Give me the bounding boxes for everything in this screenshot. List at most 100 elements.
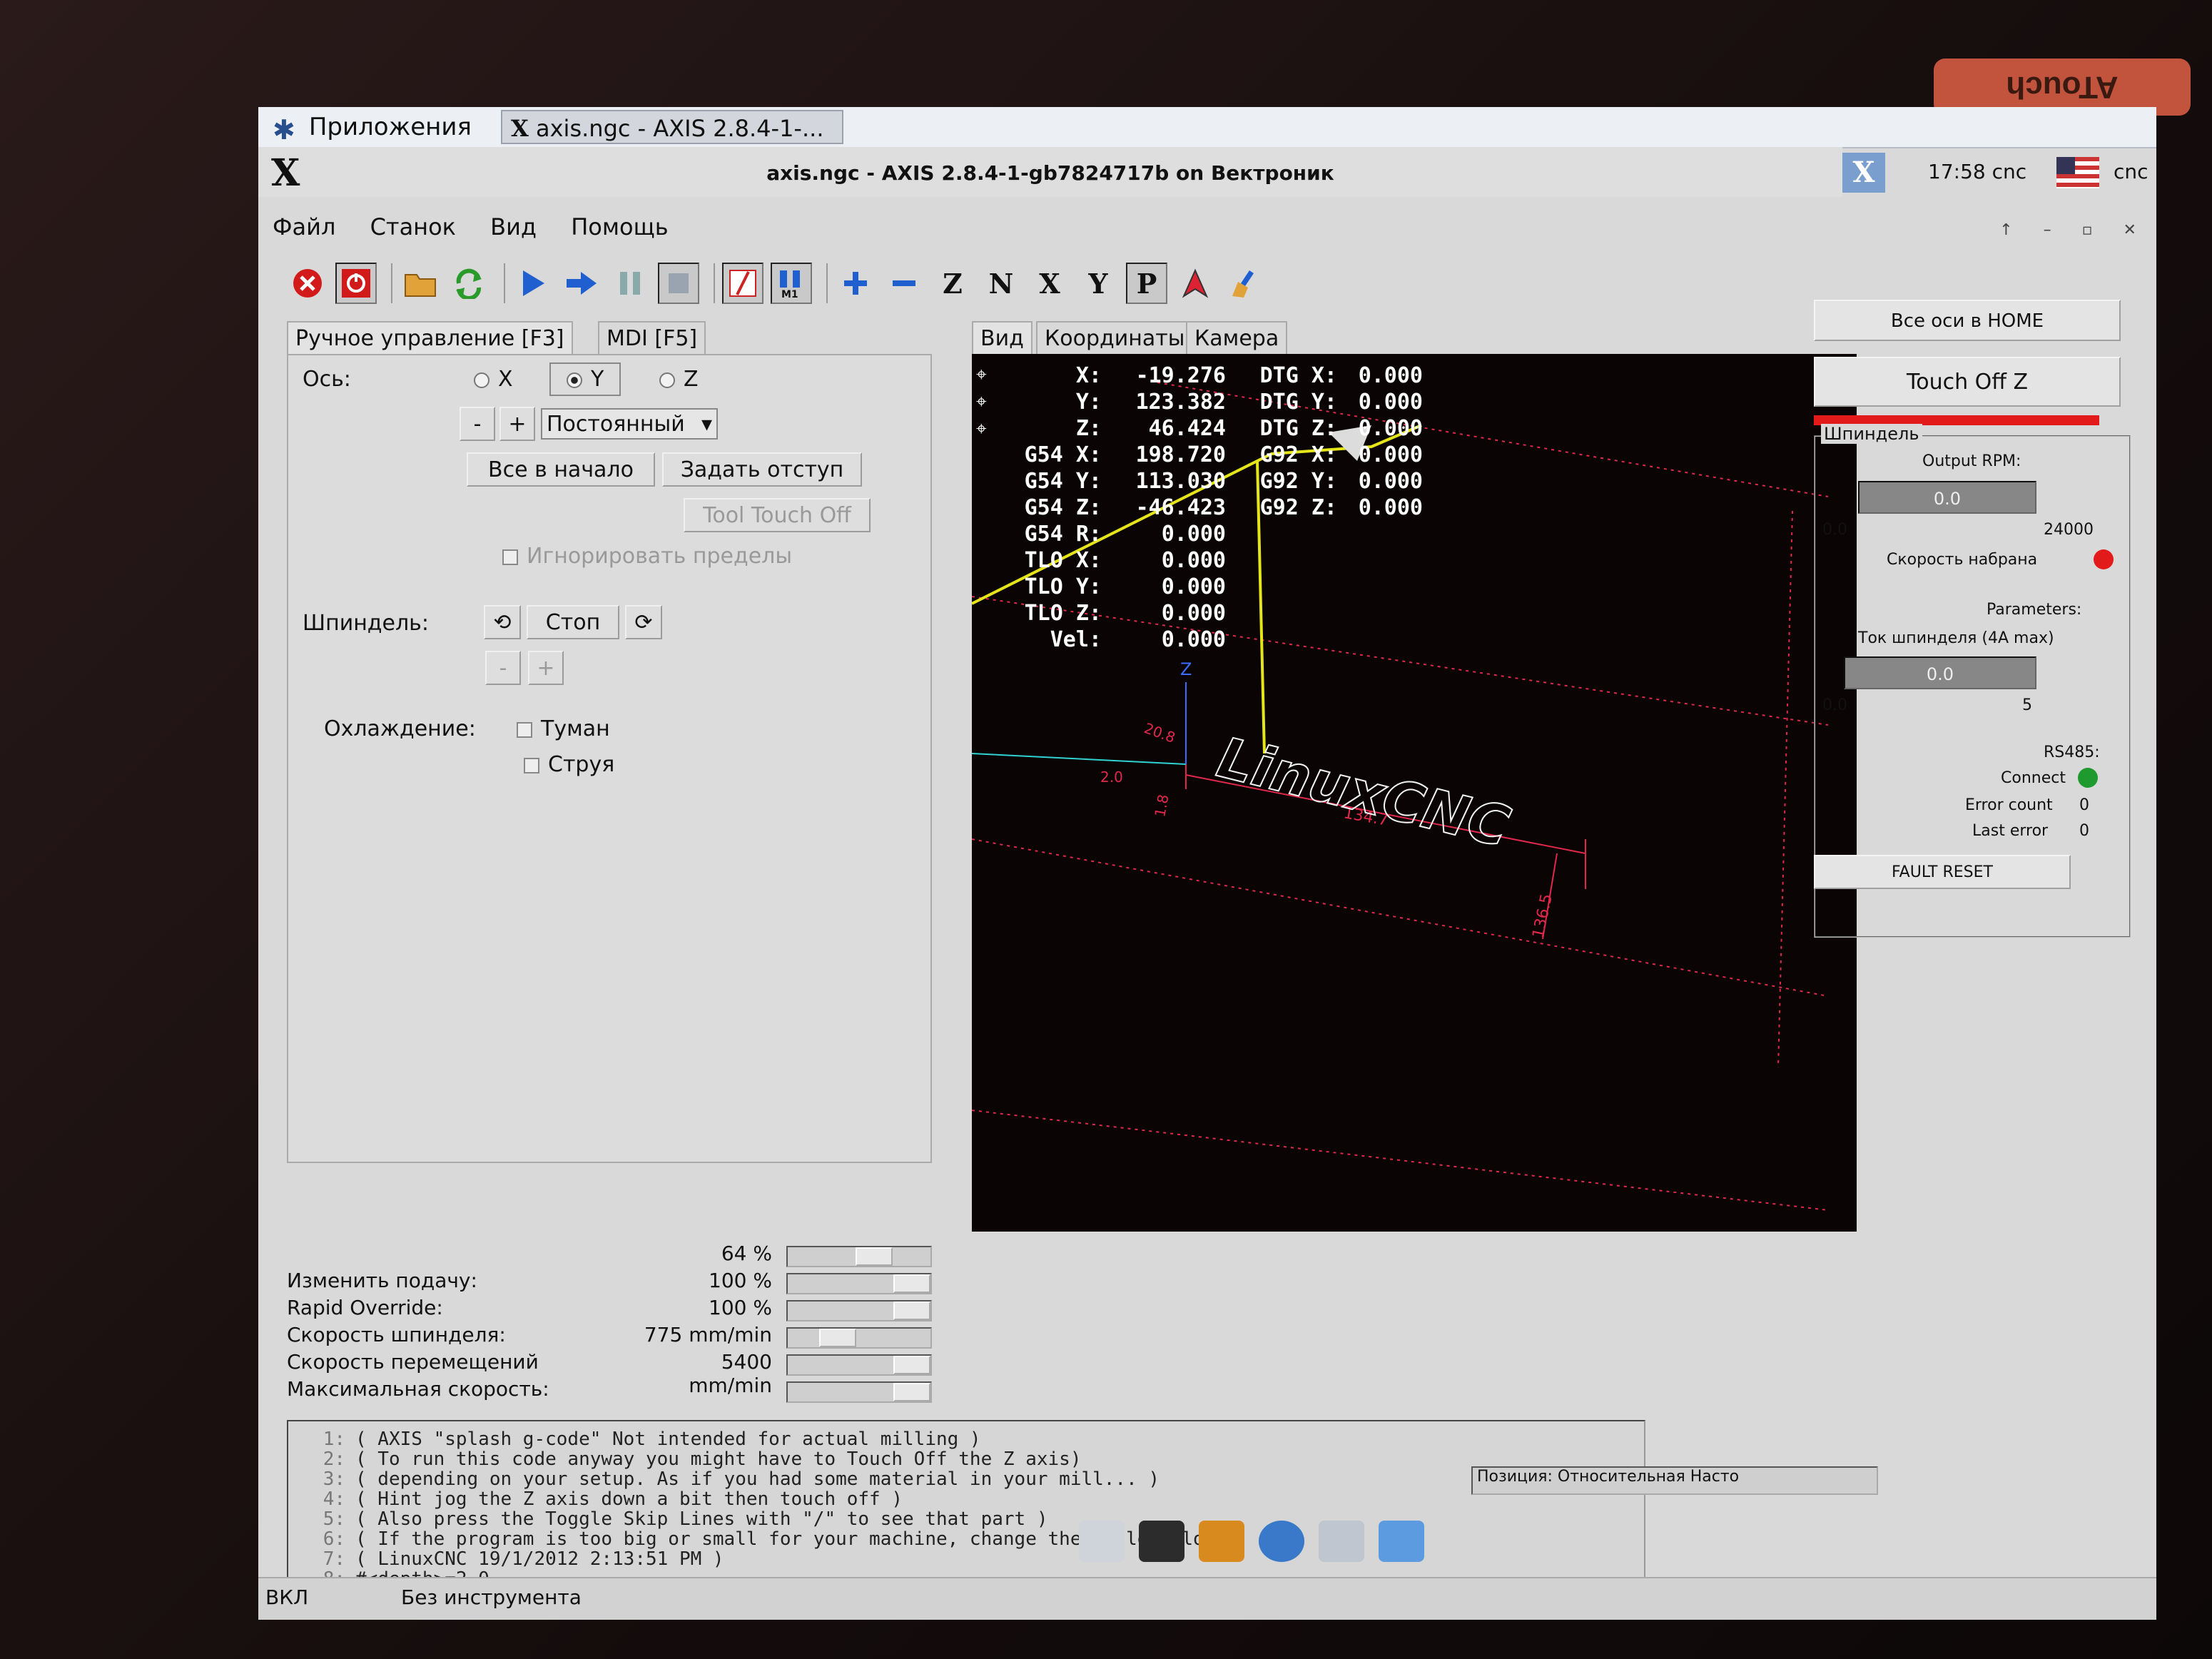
open-folder-icon[interactable] <box>400 263 441 304</box>
mist-checkbox[interactable]: Туман <box>517 716 610 741</box>
linuxcnc-logo-path: LinuxCNC <box>1211 726 1516 860</box>
dro-value: 0.000 <box>1161 522 1226 547</box>
preview-canvas[interactable]: 134.7 136.5 20.8 2.0 1.8 Z LinuxCNC ⌖ ⌖ … <box>972 354 1857 1232</box>
x-tray-icon[interactable]: X <box>1842 153 1885 193</box>
power-icon[interactable] <box>335 263 377 304</box>
fault-reset-button[interactable]: FAULT RESET <box>1814 855 2071 889</box>
home-all-button[interactable]: Все в начало <box>467 452 655 487</box>
spindle-forward-icon[interactable]: ⟳ <box>625 605 662 639</box>
view-widget-icon[interactable]: ⌖ <box>976 388 987 415</box>
zoom-in-icon[interactable] <box>835 263 876 304</box>
menu-file[interactable]: Файл <box>273 213 335 240</box>
dro-label: TLO Z: <box>1024 601 1102 626</box>
touch-off-button[interactable]: Задать отступ <box>662 452 862 487</box>
reload-icon[interactable] <box>448 263 489 304</box>
jog-minus-button[interactable]: - <box>460 407 495 441</box>
touch-off-z-button[interactable]: Touch Off Z <box>1814 357 2121 407</box>
menu-help[interactable]: Помощь <box>571 213 668 240</box>
spindle-reverse-icon[interactable]: ⟲ <box>484 605 521 639</box>
us-flag-icon[interactable] <box>2056 157 2099 188</box>
estop-icon[interactable] <box>287 263 328 304</box>
slider-thumb[interactable] <box>819 1329 856 1347</box>
gcode-line[interactable]: 1: ( AXIS "splash g-code" Not intended fo… <box>303 1429 981 1450</box>
ignore-limits-checkbox[interactable]: Игнорировать пределы <box>502 544 792 569</box>
spindle-slower-button[interactable]: - <box>485 651 521 685</box>
preview-panel: Вид Координаты Камера 134.7 136.5 20.8 2… <box>972 321 1857 1232</box>
line-number: 6: <box>323 1528 345 1550</box>
view-widget-icon[interactable]: ⌖ <box>976 415 987 442</box>
view-z2-icon[interactable]: N <box>980 263 1022 304</box>
dro-row: G54 X: 198.720 G92 X: 0.000 <box>1012 442 1431 468</box>
tool-touch-off-button[interactable]: Tool Touch Off <box>684 498 871 532</box>
user-label[interactable]: cnc <box>2114 160 2148 183</box>
flood-checkbox[interactable]: Струя <box>524 752 614 777</box>
override-slider[interactable] <box>786 1246 932 1267</box>
override-slider[interactable] <box>786 1327 932 1349</box>
axis-z-label: Z <box>684 367 699 392</box>
axis-radio-x[interactable]: X <box>474 367 513 392</box>
gcode-line[interactable]: 5: ( Also press the Toggle Skip Lines wit… <box>303 1508 1048 1530</box>
dock-folder-icon[interactable] <box>1379 1521 1424 1562</box>
gcode-line[interactable]: 7: ( LinuxCNC 19/1/2012 2:13:51 PM ) <box>303 1548 724 1570</box>
spindle-group-legend: Шпиндель <box>1821 424 1922 444</box>
spindle-faster-button[interactable]: + <box>528 651 564 685</box>
taskbar-window-button[interactable]: X axis.ngc - AXIS 2.8.4-1-... <box>501 110 843 144</box>
slider-thumb[interactable] <box>893 1356 930 1374</box>
tab-coordinates[interactable]: Координаты <box>1036 321 1194 355</box>
dro-label: G54 Y: <box>1024 469 1102 494</box>
tab-view[interactable]: Вид <box>972 321 1033 355</box>
optional-stop-icon[interactable]: M1 <box>771 263 812 304</box>
gcode-line[interactable]: 4: ( Hint jog the Z axis down a bit then … <box>303 1488 903 1510</box>
output-rpm-label: Output RPM: <box>1922 452 2021 470</box>
view-widget-icon[interactable]: ⌖ <box>976 361 987 388</box>
override-slider[interactable] <box>786 1381 932 1403</box>
slider-thumb[interactable] <box>893 1302 930 1320</box>
slider-thumb[interactable] <box>893 1383 930 1401</box>
slider-thumb[interactable] <box>856 1247 893 1266</box>
dimension-small-3: 1.8 <box>1151 793 1172 818</box>
dimension-small-1: 20.8 <box>1142 719 1177 746</box>
view-p-icon[interactable]: P <box>1126 263 1167 304</box>
view-z-icon[interactable]: Z <box>932 263 973 304</box>
dock-file-manager-icon[interactable] <box>1199 1521 1244 1562</box>
override-slider[interactable] <box>786 1273 932 1294</box>
tab-manual[interactable]: Ручное управление [F3] <box>287 321 573 355</box>
override-slider[interactable] <box>786 1300 932 1321</box>
dock-browser-icon[interactable] <box>1259 1521 1304 1562</box>
slider-thumb[interactable] <box>893 1274 930 1293</box>
zoom-out-icon[interactable] <box>883 263 925 304</box>
view-y-icon[interactable]: Y <box>1077 263 1119 304</box>
applications-menu[interactable]: ✱ Приложения <box>273 111 472 146</box>
current-min: 0.0 <box>1822 696 1847 714</box>
line-text: ( To run this code anyway you might have… <box>355 1449 1082 1470</box>
step-icon[interactable] <box>561 263 602 304</box>
window-controls[interactable]: ↑ – ▫ ✕ <box>1999 221 2149 239</box>
gcode-line[interactable]: 3: ( depending on your setup. As if you h… <box>303 1468 1160 1490</box>
ignore-limits-label: Игнорировать пределы <box>527 544 793 569</box>
dock-show-desktop-icon[interactable] <box>1079 1521 1125 1562</box>
skip-lines-icon[interactable] <box>722 263 763 304</box>
tab-mdi[interactable]: MDI [F5] <box>598 321 706 355</box>
gcode-line[interactable]: 2: ( To run this code anyway you might ha… <box>303 1449 1082 1470</box>
line-number: 2: <box>323 1449 345 1470</box>
pause-icon[interactable] <box>609 263 651 304</box>
dock-terminal-icon[interactable] <box>1139 1521 1184 1562</box>
jog-mode-select[interactable]: Постоянный ▾ <box>541 408 718 440</box>
menu-machine[interactable]: Станок <box>370 213 456 240</box>
view-x-icon[interactable]: X <box>1029 263 1070 304</box>
axis-radio-y[interactable]: Y <box>549 362 622 396</box>
spindle-stop-button[interactable]: Стоп <box>527 605 619 639</box>
override-slider[interactable] <box>786 1354 932 1376</box>
clear-plot-icon[interactable] <box>1223 263 1264 304</box>
dock-search-icon[interactable] <box>1319 1521 1364 1562</box>
rotate-view-icon[interactable] <box>1175 263 1216 304</box>
menu-view[interactable]: Вид <box>490 213 537 240</box>
jog-plus-button[interactable]: + <box>499 407 535 441</box>
axis-radio-z[interactable]: Z <box>659 367 699 392</box>
tab-camera[interactable]: Камера <box>1186 321 1288 355</box>
run-icon[interactable] <box>512 263 554 304</box>
home-all-axes-button[interactable]: Все оси в HOME <box>1814 300 2121 341</box>
dro-label: DTG X: <box>1259 363 1337 388</box>
manual-control-panel: Ручное управление [F3] MDI [F5] Ось: X Y… <box>287 321 958 1163</box>
stop-icon[interactable] <box>658 263 699 304</box>
